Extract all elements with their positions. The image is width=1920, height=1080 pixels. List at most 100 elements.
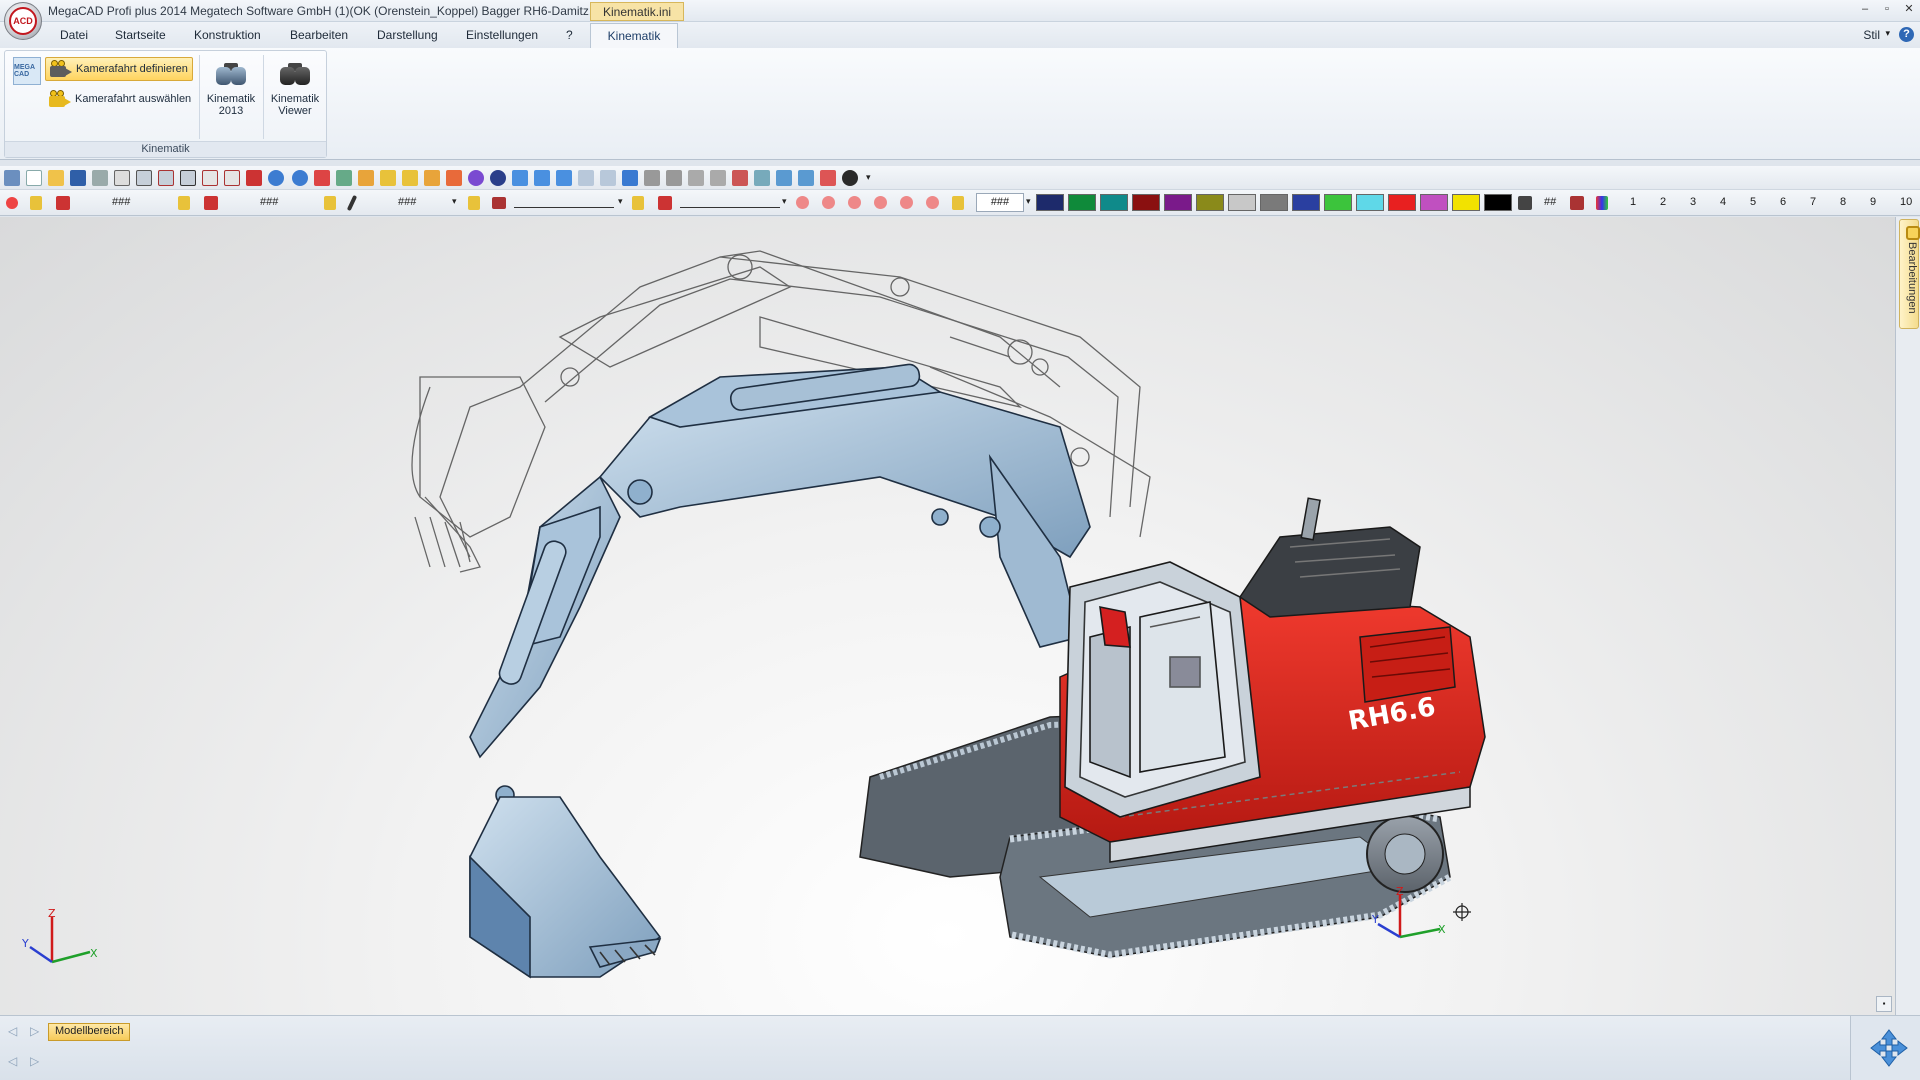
pen-icon[interactable] (246, 170, 262, 186)
color-swatch[interactable] (1260, 194, 1288, 211)
lock-icon[interactable] (324, 196, 336, 210)
plot-icon[interactable] (314, 170, 330, 186)
chevron-down-icon[interactable]: ▾ (782, 196, 787, 207)
menu-konstruktion[interactable]: Konstruktion (194, 28, 261, 42)
app-logo-button[interactable]: ACD (4, 2, 42, 40)
save-icon[interactable] (70, 170, 86, 186)
color-swatch[interactable] (1196, 194, 1224, 211)
megacad-icon[interactable] (4, 170, 20, 186)
color-picker-icon[interactable] (1518, 196, 1532, 210)
delete-icon[interactable] (224, 170, 240, 186)
kinematik-icon[interactable] (842, 170, 858, 186)
style-menu[interactable]: Stil (1863, 28, 1880, 42)
lock-icon[interactable] (468, 196, 480, 210)
new-file-icon[interactable] (26, 170, 42, 186)
cylinder-icon[interactable] (644, 170, 660, 186)
grid-label[interactable]: ## (1544, 196, 1556, 208)
undo-icon[interactable] (268, 170, 284, 186)
view-top-icon[interactable] (534, 170, 550, 186)
help-icon[interactable]: ? (1899, 27, 1914, 42)
megacad-tech-icon[interactable]: MEGA CAD (13, 57, 41, 85)
color-swatch[interactable] (1100, 194, 1128, 211)
restore-button[interactable]: ▫ (1880, 2, 1894, 16)
color-swatch[interactable] (1452, 194, 1480, 211)
shade-icon[interactable] (578, 170, 594, 186)
close-button[interactable]: ✕ (1902, 2, 1916, 16)
chevron-down-icon[interactable]: ▾ (1026, 196, 1031, 207)
hidden-line-icon[interactable] (622, 170, 638, 186)
zoom-previous-icon[interactable] (900, 196, 913, 209)
color-swatch[interactable] (1420, 194, 1448, 211)
layer-button-2[interactable]: 2 (1660, 196, 1666, 208)
layer-button-4[interactable]: 4 (1720, 196, 1726, 208)
page-setup-icon[interactable] (136, 170, 152, 186)
zoom-window-icon[interactable] (848, 196, 861, 209)
menu-startseite[interactable]: Startseite (115, 28, 166, 42)
group-icon[interactable] (204, 196, 218, 210)
zoom-pan-icon[interactable] (926, 196, 939, 209)
chevron-down-icon[interactable]: ▾ (452, 196, 457, 207)
color-swatch[interactable] (1356, 194, 1384, 211)
layer-button-3[interactable]: 3 (1690, 196, 1696, 208)
field-3[interactable]: ### (398, 196, 416, 208)
layer-button-5[interactable]: 5 (1750, 196, 1756, 208)
layer-button-6[interactable]: 6 (1780, 196, 1786, 208)
dimension-icon[interactable] (446, 170, 462, 186)
color-swatch[interactable] (1228, 194, 1256, 211)
open-folder-icon[interactable] (48, 170, 64, 186)
viewport-corner-button[interactable]: ▪ (1876, 996, 1892, 1012)
layout-icon[interactable] (158, 170, 174, 186)
layer-icon[interactable] (56, 196, 70, 210)
special-icon[interactable] (732, 170, 748, 186)
hatch-icon[interactable] (424, 170, 440, 186)
zoom-out-icon[interactable] (796, 196, 809, 209)
kamerafahrt-auswaehlen-button[interactable]: Kamerafahrt auswählen (45, 87, 195, 111)
redo-icon[interactable] (292, 170, 308, 186)
move-arrows-icon[interactable] (1869, 1028, 1909, 1068)
globe-icon[interactable] (490, 170, 506, 186)
nav-prev-icon[interactable]: ◁ (8, 1054, 17, 1068)
lock-icon[interactable] (178, 196, 190, 210)
color-swatch[interactable] (1036, 194, 1064, 211)
zoom-all-icon[interactable] (874, 196, 887, 209)
lock-icon[interactable] (952, 196, 964, 210)
menu-darstellung[interactable]: Darstellung (377, 28, 438, 42)
cylinder-icon[interactable] (688, 170, 704, 186)
tab-modellbereich[interactable]: Modellbereich (48, 1023, 131, 1041)
zoom-in-icon[interactable] (822, 196, 835, 209)
color-number-field[interactable]: ### (976, 193, 1024, 212)
drawing-viewport[interactable]: RH6.6 Z X Y Z X Y (0, 217, 1896, 1015)
preview-icon[interactable] (114, 170, 130, 186)
nav-prev-icon[interactable]: ◁ (8, 1024, 17, 1038)
cylinder-icon[interactable] (710, 170, 726, 186)
field-2[interactable]: ### (260, 196, 278, 208)
menu-einstellungen[interactable]: Einstellungen (466, 28, 538, 42)
color-swatch[interactable] (1324, 194, 1352, 211)
file-tab[interactable]: Kinematik.ini (590, 2, 685, 21)
pencil-icon[interactable] (346, 194, 358, 212)
color-swatch[interactable] (1292, 194, 1320, 211)
tab-kinematik[interactable]: Kinematik (590, 23, 678, 49)
snap-star-icon[interactable] (6, 197, 18, 209)
snap-icon[interactable] (336, 170, 352, 186)
view-front-icon[interactable] (512, 170, 528, 186)
fit-icon[interactable] (798, 170, 814, 186)
menu-help[interactable]: ? (566, 28, 573, 42)
block-icon[interactable] (180, 170, 196, 186)
chevron-down-icon[interactable]: ▾ (866, 172, 871, 183)
line-width-select[interactable] (680, 198, 780, 208)
kinematik-2013-button[interactable]: Kinematik 2013 (203, 59, 259, 117)
layer-button-9[interactable]: 9 (1870, 196, 1876, 208)
color-swatch[interactable] (1132, 194, 1160, 211)
color-swatch[interactable] (1388, 194, 1416, 211)
layers-icon[interactable] (776, 170, 792, 186)
measure-icon[interactable] (402, 170, 418, 186)
tab-bearbeitungen[interactable]: Bearbeitungen (1899, 219, 1920, 329)
cross-icon[interactable] (820, 170, 836, 186)
menu-bearbeiten[interactable]: Bearbeiten (290, 28, 348, 42)
print-icon[interactable] (92, 170, 108, 186)
layer-button-10[interactable]: 10 (1900, 196, 1912, 208)
layer-button-8[interactable]: 8 (1840, 196, 1846, 208)
point-icon[interactable] (380, 170, 396, 186)
rotate-icon[interactable] (358, 170, 374, 186)
